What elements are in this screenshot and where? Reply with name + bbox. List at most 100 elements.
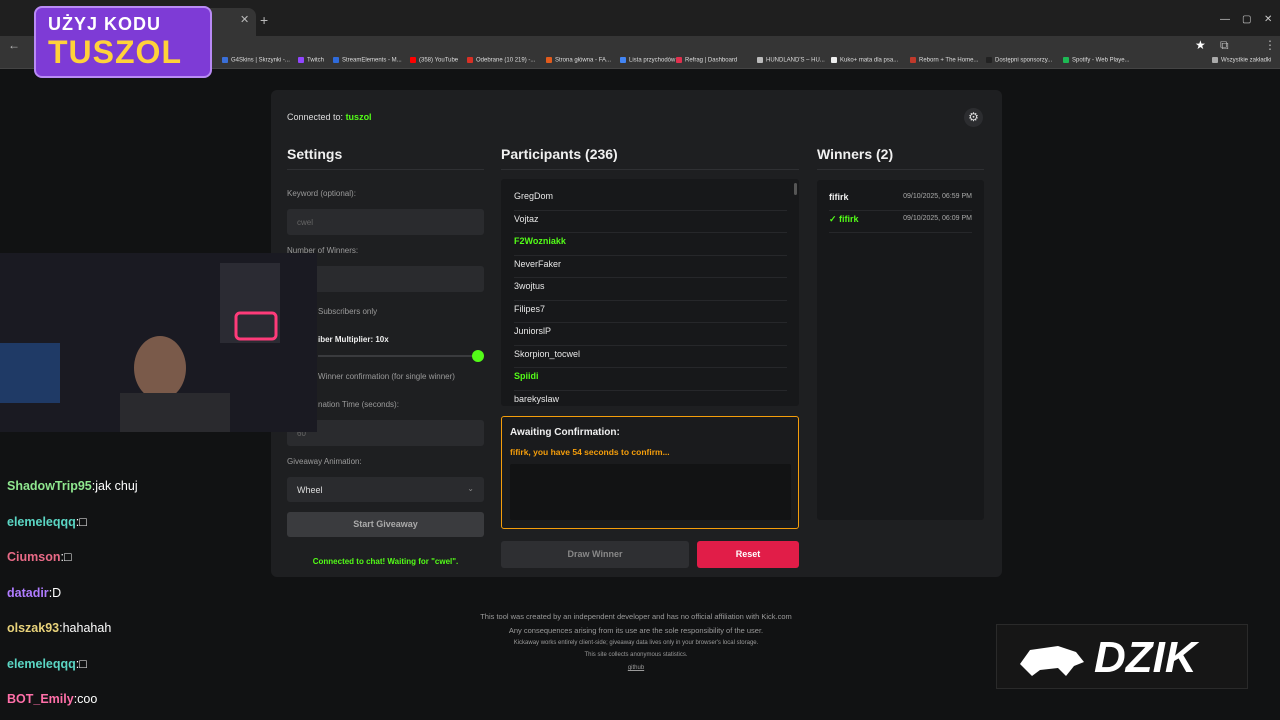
bookmark-label: Spotify - Web Playe...	[1072, 57, 1130, 64]
participant-row[interactable]: Vojtaz	[514, 211, 787, 233]
star-icon[interactable]: ★	[1195, 38, 1206, 52]
participant-row[interactable]: 3wojtus	[514, 278, 787, 301]
bookmark-item[interactable]: Dostępni sponsorzy...	[986, 57, 1052, 64]
screen: ✕ + — ▢ ✕ ← ★ ⧉ ⋮ G4Skins | Skrzynki -..…	[0, 0, 1280, 720]
close-tab-icon[interactable]: ✕	[240, 13, 249, 26]
multiplier-label: iber Multiplier: 10x	[318, 335, 389, 344]
keyword-input[interactable]: cwel	[287, 209, 484, 235]
participant-row[interactable]: Spiidi	[514, 368, 787, 391]
bookmark-label: HUNDLAND'S – HU...	[766, 57, 825, 64]
connection-status: Connected to: tuszol	[287, 112, 372, 122]
participant-row[interactable]: NeverFaker	[514, 256, 787, 278]
bookmark-item[interactable]: HUNDLAND'S – HU...	[757, 57, 825, 64]
winner-row[interactable]: ✓ fifirk 09/10/2025, 06:09 PM	[829, 211, 972, 233]
bookmark-favicon-icon	[910, 57, 916, 63]
winner-name: ✓ fifirk	[829, 214, 859, 224]
bookmark-item[interactable]: StreamElements - M...	[333, 57, 402, 64]
chat-text: jak chuj	[95, 479, 138, 493]
participant-row[interactable]: Filipes7	[514, 301, 787, 323]
bookmark-item[interactable]: Odebrane (10 219) -...	[467, 57, 535, 64]
participants-list[interactable]: GregDom Vojtaz F2Wozniakk NeverFaker 3wojtus…	[501, 179, 799, 406]
chat-status: Connected to chat! Waiting for "cwel".	[312, 557, 459, 566]
chat-username: Ciumson	[7, 550, 61, 564]
bookmark-label: Twitch	[307, 57, 325, 64]
participant-row[interactable]: GregDom	[514, 188, 787, 211]
bookmark-favicon-icon	[410, 57, 416, 63]
reset-button[interactable]: Reset	[697, 541, 799, 568]
all-bookmarks[interactable]: Wszystkie zakładki	[1212, 57, 1271, 64]
bookmark-item[interactable]: Twitch	[298, 57, 324, 64]
bookmark-favicon-icon	[986, 57, 992, 63]
confirmation-chat-box	[510, 464, 791, 520]
bookmark-favicon-icon	[1063, 57, 1069, 63]
promo-line-1: UŻYJ KODU	[48, 14, 162, 34]
bookmark-item[interactable]: Strona główna - FA...	[546, 57, 611, 64]
chat-message: BOT_Emily:coo	[7, 692, 97, 706]
brand-logo-text: DZIK	[1094, 633, 1197, 682]
bookmark-label: Lista przychodów	[629, 57, 676, 64]
winner-name: fifirk	[829, 192, 849, 202]
animation-select[interactable]: Wheel ⌄	[287, 477, 484, 502]
extensions-icon[interactable]: ⧉	[1220, 38, 1229, 53]
minimize-icon[interactable]: —	[1220, 14, 1230, 25]
winner-row[interactable]: fifirk 09/10/2025, 06:59 PM	[829, 189, 972, 211]
chat-username: elemeleqqq	[7, 656, 76, 671]
divider	[817, 169, 984, 170]
winners-title: Winners (2)	[817, 146, 894, 162]
bookmark-label: Dostępni sponsorzy...	[995, 57, 1053, 64]
draw-winner-button[interactable]: Draw Winner	[501, 541, 689, 568]
footer-stats-note: This site collects anonymous statistics.	[584, 652, 688, 658]
winner-time: 09/10/2025, 06:09 PM	[903, 215, 972, 222]
awaiting-title: Awaiting Confirmation:	[510, 427, 620, 438]
footer-disclaimer: This tool was created by an independent …	[480, 612, 792, 621]
animation-value: Wheel	[297, 485, 323, 495]
chat-username: datadir	[7, 585, 49, 600]
back-icon[interactable]: ←	[8, 38, 20, 52]
participant-row[interactable]: JuniorslP	[514, 323, 787, 346]
chat-message: olszak93:hahahah	[7, 621, 111, 635]
gear-icon[interactable]: ⚙	[964, 108, 983, 127]
bookmark-item[interactable]: (358) YouTube	[410, 57, 458, 64]
bookmark-favicon-icon	[831, 57, 837, 63]
bookmark-item[interactable]: Reborn + The Home...	[910, 57, 978, 64]
confirmation-label[interactable]: Winner confirmation (for single winner)	[318, 372, 455, 381]
bookmark-favicon-icon	[546, 57, 552, 63]
confirmation-time-label: nation Time (seconds):	[318, 400, 399, 409]
footer-responsibility: Any consequences arising from its use ar…	[508, 626, 764, 635]
bookmark-label: Strona główna - FA...	[555, 57, 612, 64]
winner-time: 09/10/2025, 06:59 PM	[903, 193, 972, 200]
multiplier-slider[interactable]	[318, 355, 478, 357]
participant-row[interactable]: F2Wozniakk	[514, 233, 787, 256]
bookmark-item[interactable]: Spotify - Web Playe...	[1063, 57, 1130, 64]
bookmark-item[interactable]: Refrag | Dashboard	[676, 57, 737, 64]
menu-icon[interactable]: ⋮	[1264, 38, 1276, 52]
bookmark-label: Refrag | Dashboard	[685, 57, 738, 64]
chat-message: ShadowTrip95:jak chuj	[7, 479, 138, 493]
bookmark-favicon-icon	[676, 57, 682, 63]
bookmark-item[interactable]: Kuko+ mata dla psa...	[831, 57, 898, 64]
participants-scrollbar[interactable]	[794, 183, 797, 195]
bookmark-item[interactable]: G4Skins | Skrzynki -...	[222, 57, 290, 64]
github-link[interactable]: github	[386, 665, 886, 671]
divider	[287, 169, 484, 170]
participant-row[interactable]: Skorpion_tocwel	[514, 346, 787, 368]
chat-username: BOT_Emily	[7, 692, 74, 706]
chat-message: elemeleqqq:□	[7, 657, 87, 671]
chat-text: □	[79, 514, 87, 529]
bookmark-favicon-icon	[757, 57, 763, 63]
participant-row[interactable]: barekyslaw	[514, 391, 787, 407]
bookmark-item[interactable]: Lista przychodów	[620, 57, 675, 64]
chat-text: □	[63, 550, 72, 564]
subscribers-only-label[interactable]: Subscribers only	[318, 307, 377, 316]
chat-username: olszak93	[7, 621, 60, 635]
bookmark-label: StreamElements - M...	[342, 57, 402, 64]
bookmark-favicon-icon	[222, 57, 228, 63]
bookmark-label: Reborn + The Home...	[919, 57, 979, 64]
bookmark-favicon-icon	[467, 57, 473, 63]
multiplier-slider-knob[interactable]	[472, 350, 484, 362]
close-window-icon[interactable]: ✕	[1264, 14, 1272, 25]
maximize-icon[interactable]: ▢	[1242, 14, 1251, 25]
bookmark-label: Odebrane (10 219) -...	[476, 57, 536, 64]
new-tab-icon[interactable]: +	[260, 12, 268, 28]
start-giveaway-button[interactable]: Start Giveaway	[287, 512, 484, 537]
